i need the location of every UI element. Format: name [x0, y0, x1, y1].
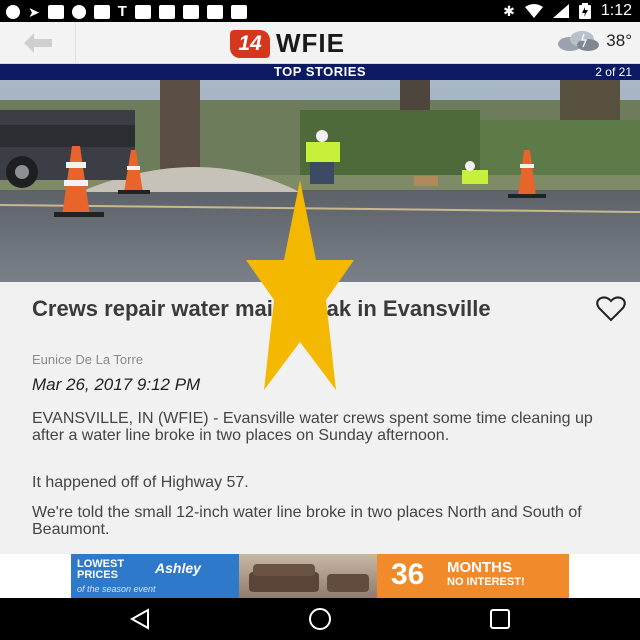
- blank-icon: [206, 5, 223, 19]
- article-date: Mar 26, 2017 9:12 PM: [32, 375, 201, 394]
- clock: 1:12: [600, 2, 632, 19]
- cloud-icon: [558, 31, 600, 51]
- keyhole-icon: [71, 5, 86, 19]
- heart-icon[interactable]: [596, 296, 626, 322]
- system-icons: ✱ 1:12: [503, 2, 632, 20]
- section-header: TOP STORIES 2 of 21: [0, 64, 640, 80]
- ad-months-number: 36: [391, 558, 425, 591]
- ad-no-interest: NO INTEREST!: [447, 576, 525, 588]
- ad-right-panel: 36 MONTHS NO INTEREST!: [377, 554, 569, 598]
- ad-subtext: of the season event: [77, 584, 156, 594]
- nav-home-button[interactable]: [300, 606, 340, 632]
- weather-widget[interactable]: 38°: [556, 30, 632, 52]
- back-button[interactable]: [0, 22, 76, 64]
- temperature: 38°: [606, 31, 632, 50]
- navigation-bar: [0, 598, 640, 640]
- facebook-icon: [47, 5, 64, 19]
- status-bar: ➤ T ✱ 1:12: [0, 0, 640, 22]
- ad-months-text: MONTHS: [447, 559, 512, 576]
- logo-text: WFIE: [276, 28, 345, 58]
- article-paragraph: It happened off of Highway 57.: [32, 474, 249, 491]
- logo-badge: 14: [230, 29, 270, 58]
- square-recents-icon: [490, 609, 510, 629]
- ad-furniture-image: [239, 554, 377, 598]
- ad-brand: Ashley: [155, 560, 201, 576]
- battery-icon: [578, 3, 591, 19]
- article-photo[interactable]: [0, 80, 640, 282]
- story-counter: 2 of 21: [595, 65, 632, 79]
- notification-icons: ➤ T: [6, 3, 247, 21]
- send-icon: ➤: [28, 4, 40, 20]
- wifi-icon: [524, 4, 543, 18]
- article-paragraph: We're told the small 12-inch water line …: [32, 504, 582, 538]
- triangle-back-icon: [130, 608, 149, 630]
- chat-icon: [6, 5, 20, 19]
- ad-strip: LOWEST PRICES Ashley of the season event …: [0, 554, 640, 598]
- circle-home-icon: [309, 608, 331, 630]
- blank-icon: [158, 5, 175, 19]
- banner-ad[interactable]: LOWEST PRICES Ashley of the season event …: [71, 554, 569, 598]
- article-paragraph: EVANSVILLE, IN (WFIE) - Evansville water…: [32, 410, 593, 444]
- nav-recents-button[interactable]: [480, 606, 520, 632]
- photo-scene: [0, 80, 640, 282]
- ad-lowest-text: LOWEST PRICES: [77, 558, 125, 581]
- signal-icon: [552, 4, 569, 18]
- mail-icon: [93, 5, 110, 19]
- article-body: Crews repair water main break in Evansvi…: [0, 282, 640, 554]
- bluetooth-icon: ✱: [503, 3, 515, 19]
- back-arrow-icon: [23, 33, 52, 53]
- station-logo[interactable]: 14 WFIE: [230, 28, 345, 59]
- ad-left-panel: LOWEST PRICES Ashley of the season event: [71, 554, 239, 598]
- section-title: TOP STORIES: [273, 64, 367, 79]
- blank-icon: [182, 5, 199, 19]
- nav-back-button[interactable]: [120, 606, 160, 632]
- app-bar: 14 WFIE 38°: [0, 22, 640, 64]
- blank-icon: [134, 5, 151, 19]
- blank-icon: [230, 5, 247, 19]
- article-headline: Crews repair water main break in Evansvi…: [32, 296, 491, 321]
- article-author[interactable]: Eunice De La Torre: [32, 352, 143, 367]
- t-icon: T: [117, 3, 127, 20]
